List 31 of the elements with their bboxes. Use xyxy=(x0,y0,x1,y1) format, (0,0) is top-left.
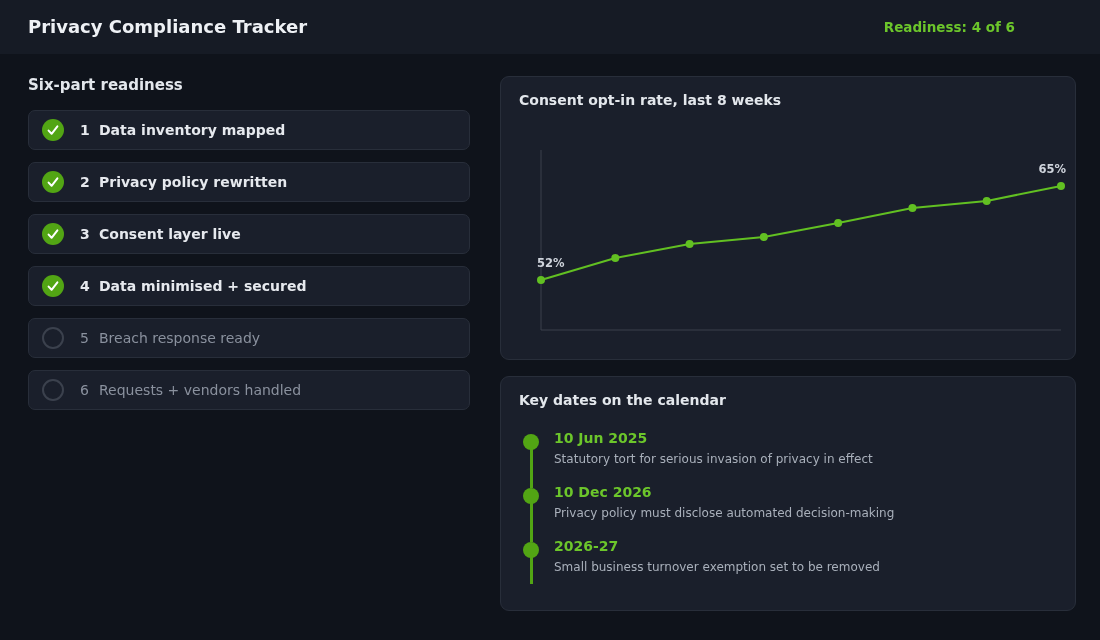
event-description: Privacy policy must disclose automated decision-making xyxy=(554,505,895,521)
step-label: Requests + vendors handled xyxy=(99,381,302,399)
event-date: 10 Jun 2025 xyxy=(554,429,648,447)
step-number: 6 xyxy=(80,381,90,399)
timeline-line xyxy=(529,503,533,542)
card-title: Key dates on the calendar xyxy=(519,391,726,409)
event-description: Small business turnover exemption set to be removed xyxy=(554,559,880,575)
step-number: 1 xyxy=(80,121,91,139)
event-description: Statutory tort for serious invasion of privacy in effect xyxy=(554,451,873,467)
timeline-dot-icon xyxy=(523,542,539,558)
readiness-summary: Readiness: 4 of 6 xyxy=(883,18,1015,36)
chart-title: Consent opt-in rate, last 8 weeks xyxy=(519,91,782,109)
step-label: Consent layer live xyxy=(99,225,241,243)
event-date: 10 Dec 2026 xyxy=(554,483,652,501)
step-label: Privacy policy rewritten xyxy=(99,173,288,191)
timeline-line xyxy=(529,449,533,488)
step-number: 5 xyxy=(80,329,90,347)
timeline-dot-icon xyxy=(523,488,539,504)
step-number: 4 xyxy=(80,277,91,295)
timeline-line xyxy=(529,557,533,584)
step-number: 3 xyxy=(80,225,91,243)
data-label: 52% xyxy=(537,255,565,270)
step-label: Breach response ready xyxy=(99,329,261,347)
timeline-dot-icon xyxy=(523,434,539,450)
section-title: Six-part readiness xyxy=(28,76,183,94)
event-date: 2026-27 xyxy=(554,537,619,555)
app-title: Privacy Compliance Tracker xyxy=(28,16,308,38)
step-number: 2 xyxy=(80,173,91,191)
step-label: Data inventory mapped xyxy=(99,121,286,139)
data-label: 65% xyxy=(1038,162,1066,176)
step-label: Data minimised + secured xyxy=(99,277,307,295)
